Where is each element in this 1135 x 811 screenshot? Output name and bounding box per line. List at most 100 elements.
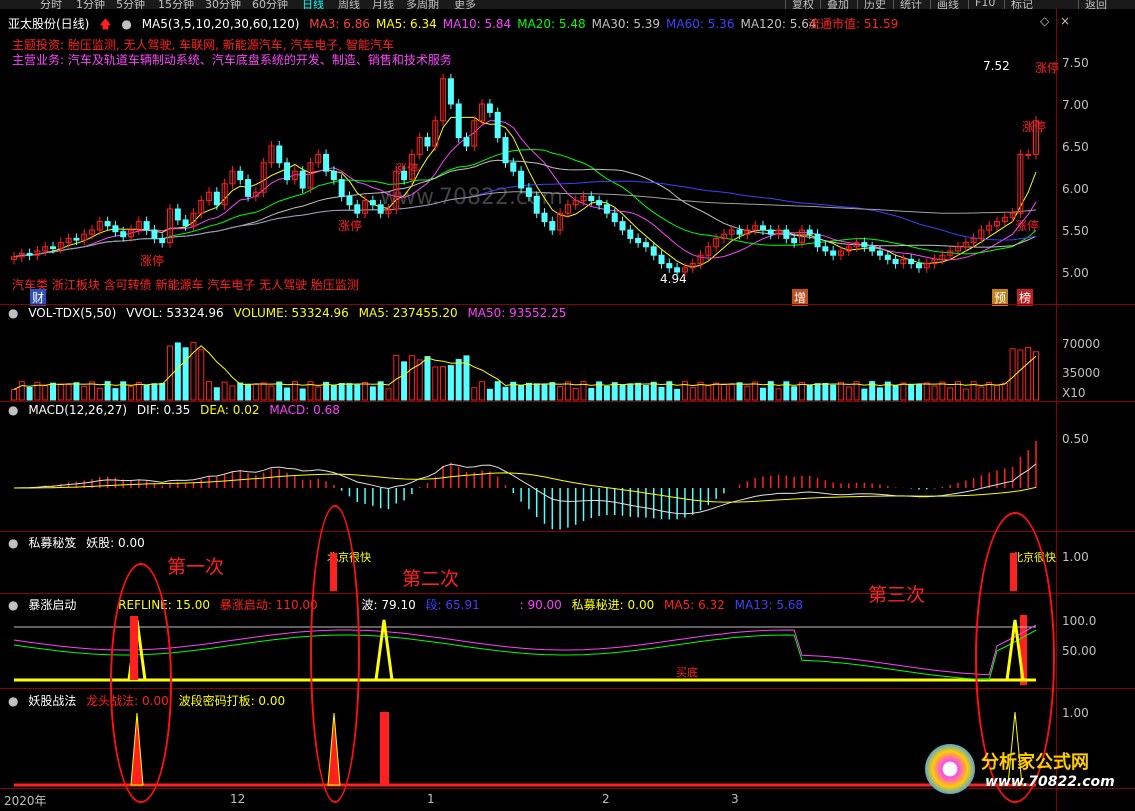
launch-spike	[374, 619, 394, 681]
volume-bar	[720, 383, 727, 401]
volume-bar	[931, 385, 938, 401]
volume-bar	[1025, 347, 1032, 401]
volume-bar	[502, 386, 509, 401]
candle	[323, 153, 330, 172]
volume-bar	[89, 381, 96, 401]
candle	[1025, 153, 1032, 156]
candle	[791, 237, 798, 244]
candle	[658, 254, 665, 265]
strategy-bar	[380, 712, 389, 785]
candle	[596, 200, 603, 206]
volume-bar	[822, 382, 829, 401]
volume-bar	[541, 384, 548, 401]
dif-line	[13, 463, 1037, 515]
volume-bar	[455, 359, 462, 401]
volume-bar	[900, 382, 907, 401]
candle	[666, 263, 673, 269]
volume-bar	[611, 382, 618, 401]
volume-bar	[182, 347, 189, 401]
volume-bar	[947, 387, 954, 401]
volume-bar	[518, 384, 525, 401]
volume-bar	[338, 383, 345, 401]
candle	[806, 229, 813, 235]
candle	[377, 204, 384, 214]
volume-bar	[81, 385, 88, 401]
volume-bar	[557, 386, 564, 401]
volume-bar	[50, 382, 57, 401]
volume-bar	[775, 388, 782, 401]
candle	[50, 246, 57, 249]
candle	[299, 170, 306, 189]
volume-bar	[206, 381, 213, 401]
candle	[650, 246, 657, 256]
volume-bar	[603, 385, 610, 401]
volume-bar	[198, 349, 205, 401]
volume-bar	[73, 382, 80, 401]
volume-bar	[260, 382, 267, 401]
volume-bar	[923, 382, 930, 401]
volume-bar	[143, 384, 150, 401]
volume-bar	[689, 387, 696, 401]
volume-bar	[1033, 351, 1039, 401]
volume-bar	[993, 384, 1000, 401]
volume-bar	[167, 345, 174, 401]
candle	[915, 263, 922, 269]
volume-bar	[939, 381, 946, 401]
volume-bar	[447, 365, 454, 401]
candle	[876, 250, 883, 256]
candle	[518, 170, 525, 189]
volume-bar	[705, 385, 712, 401]
candle	[767, 229, 774, 235]
candle	[892, 258, 899, 265]
candle	[510, 162, 517, 172]
candle	[603, 204, 610, 214]
volume-bar	[1017, 349, 1024, 401]
volume-bar	[627, 383, 634, 401]
volume-bar	[11, 389, 17, 401]
candle	[627, 229, 634, 239]
candle	[143, 221, 150, 231]
volume-bar	[401, 361, 408, 401]
candle	[424, 137, 431, 147]
volume-bar	[128, 386, 135, 401]
volume-bar	[845, 386, 852, 401]
candle	[783, 229, 790, 239]
volume-bar	[650, 381, 657, 401]
candle	[120, 231, 127, 238]
volume-bar	[276, 381, 283, 401]
annotation-second: 第二次	[402, 568, 460, 590]
volume-bar	[830, 384, 837, 401]
volume-bar	[908, 383, 915, 401]
candle	[674, 267, 681, 273]
volume-bar	[674, 388, 681, 401]
candle	[861, 242, 868, 248]
candle	[455, 103, 462, 139]
volume-bar	[1009, 348, 1016, 401]
volume-bar	[658, 386, 665, 401]
volume-bar	[408, 355, 415, 401]
candle	[736, 229, 743, 235]
candle	[549, 221, 556, 231]
candle	[112, 225, 119, 233]
candle	[869, 246, 876, 252]
volume-bar	[791, 386, 798, 401]
candle	[237, 170, 244, 181]
volume-bar	[57, 383, 64, 401]
volume-bar	[1001, 382, 1008, 401]
volume-bar	[237, 382, 244, 401]
annotation-first: 第一次	[167, 556, 225, 578]
volume-bar	[26, 386, 33, 401]
volume-bar	[962, 388, 969, 401]
candle	[276, 145, 283, 164]
volume-bar	[135, 382, 142, 401]
volume-bar	[494, 381, 501, 401]
volume-bar	[798, 382, 805, 401]
annotation-third: 第三次	[868, 584, 926, 606]
volume-bar	[525, 382, 532, 401]
candle	[182, 219, 189, 227]
volume-bar	[346, 383, 353, 401]
volume-bar	[65, 384, 72, 401]
candle	[908, 258, 915, 265]
volume-bar	[642, 385, 649, 401]
volume-bar	[174, 342, 181, 401]
